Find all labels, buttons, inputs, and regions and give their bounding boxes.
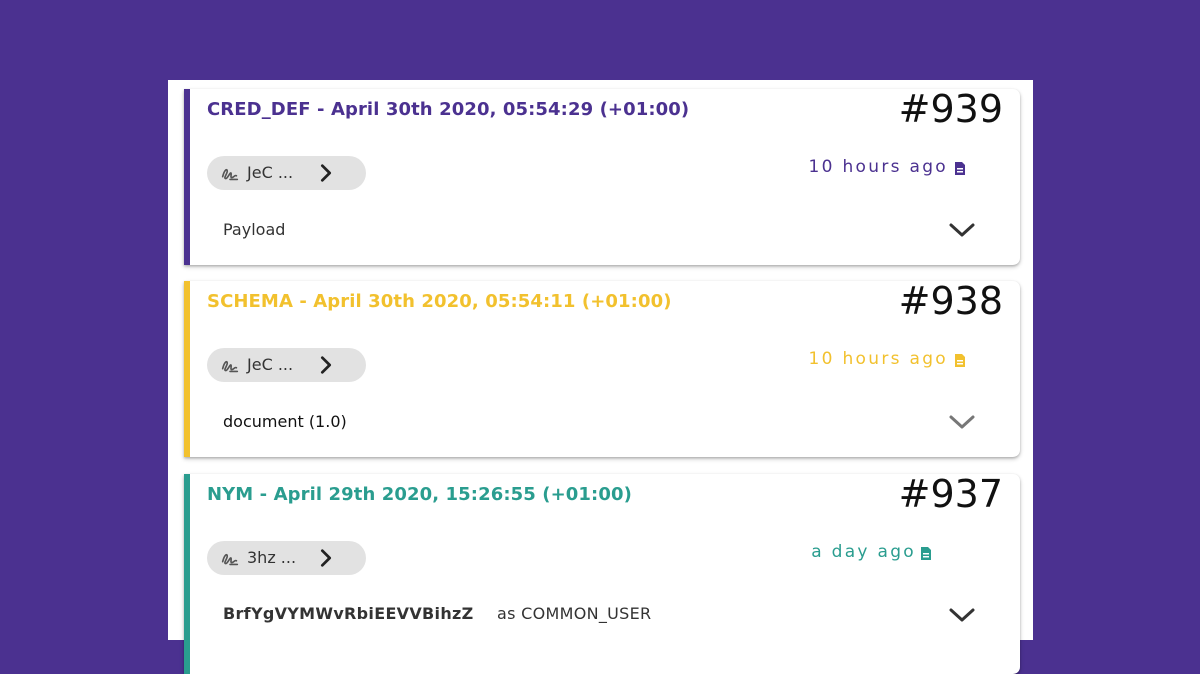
did-chip[interactable]: JeC ... <box>207 156 366 190</box>
did-label: JeC ... <box>247 163 294 182</box>
did-chip[interactable]: JeC ... <box>207 348 366 382</box>
transaction-number: #938 <box>898 279 1003 323</box>
transaction-card[interactable]: NYM - April 29th 2020, 15:26:55 (+01:00)… <box>184 472 1020 674</box>
transaction-title: CRED_DEF - April 30th 2020, 05:54:29 (+0… <box>207 99 690 120</box>
transactions-panel: CRED_DEF - April 30th 2020, 05:54:29 (+0… <box>168 80 1033 674</box>
chevron-down-icon[interactable] <box>948 412 976 432</box>
signature-icon <box>221 168 239 181</box>
document-icon[interactable] <box>954 353 966 368</box>
document-icon[interactable] <box>954 161 966 176</box>
nym-role: as COMMON_USER <box>497 604 652 623</box>
time-ago: 10 hours ago <box>808 157 948 177</box>
time-ago: 10 hours ago <box>808 349 948 369</box>
chevron-down-icon[interactable] <box>948 220 976 240</box>
document-icon[interactable] <box>920 546 932 561</box>
time-ago: a day ago <box>811 542 916 562</box>
did-label: JeC ... <box>247 355 294 374</box>
chevron-right-icon[interactable] <box>315 547 337 569</box>
nym-verkey: BrfYgVYMWvRbiEEVVBihzZ <box>223 604 474 623</box>
chevron-right-icon[interactable] <box>315 354 337 376</box>
transaction-number: #939 <box>898 87 1003 131</box>
schema-name: document (1.0) <box>223 412 347 431</box>
signature-icon <box>221 360 239 373</box>
transaction-card[interactable]: CRED_DEF - April 30th 2020, 05:54:29 (+0… <box>184 87 1020 265</box>
chevron-right-icon[interactable] <box>315 162 337 184</box>
signature-icon <box>221 553 239 566</box>
did-chip[interactable]: 3hz ... <box>207 541 366 575</box>
chevron-down-icon[interactable] <box>948 605 976 625</box>
transaction-title: SCHEMA - April 30th 2020, 05:54:11 (+01:… <box>207 291 672 312</box>
did-label: 3hz ... <box>247 548 297 567</box>
transaction-number: #937 <box>898 472 1003 516</box>
transaction-title: NYM - April 29th 2020, 15:26:55 (+01:00) <box>207 484 632 505</box>
transaction-card[interactable]: SCHEMA - April 30th 2020, 05:54:11 (+01:… <box>184 279 1020 457</box>
payload-label: Payload <box>223 220 286 239</box>
